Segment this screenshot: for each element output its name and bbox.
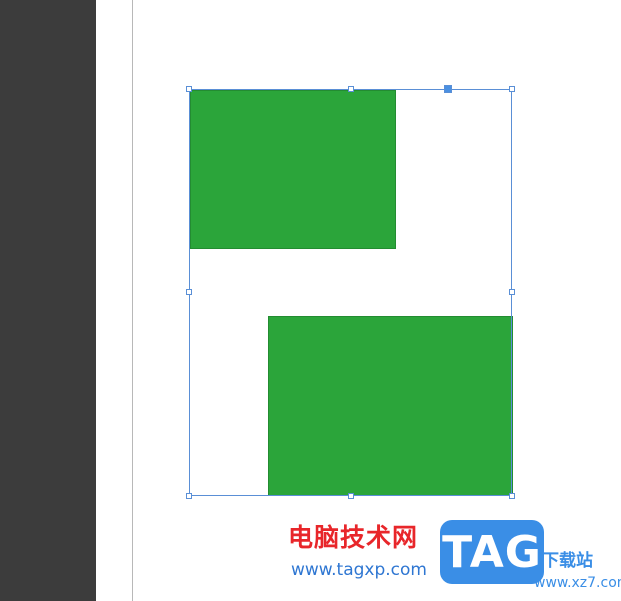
page-margin-guide xyxy=(132,0,133,601)
resize-handle-top-right[interactable] xyxy=(509,86,515,92)
watermark-site-name: 电脑技术网 xyxy=(288,523,419,552)
tag-logo-badge: TAG xyxy=(440,520,544,584)
selection-bounding-box[interactable] xyxy=(189,89,512,496)
watermark: 电脑技术网 www.tagxp.com TAG 下载站 www.xz7.com xyxy=(288,520,621,598)
resize-handle-bottom-right[interactable] xyxy=(509,493,515,499)
resize-handle-top-center[interactable] xyxy=(348,86,354,92)
app-window: 电脑技术网 www.tagxp.com TAG 下载站 www.xz7.com xyxy=(0,0,621,601)
resize-handle-bottom-left[interactable] xyxy=(186,493,192,499)
watermark-site-url: www.tagxp.com xyxy=(291,560,427,580)
rotate-handle-icon[interactable] xyxy=(444,85,452,93)
resize-handle-middle-left[interactable] xyxy=(186,289,192,295)
tag-logo-side-text: 下载站 xyxy=(542,551,593,571)
tag-logo-side-url: www.xz7.com xyxy=(534,575,621,591)
resize-handle-middle-right[interactable] xyxy=(509,289,515,295)
resize-handle-top-left[interactable] xyxy=(186,86,192,92)
left-panel xyxy=(0,0,96,601)
resize-handle-bottom-center[interactable] xyxy=(348,493,354,499)
